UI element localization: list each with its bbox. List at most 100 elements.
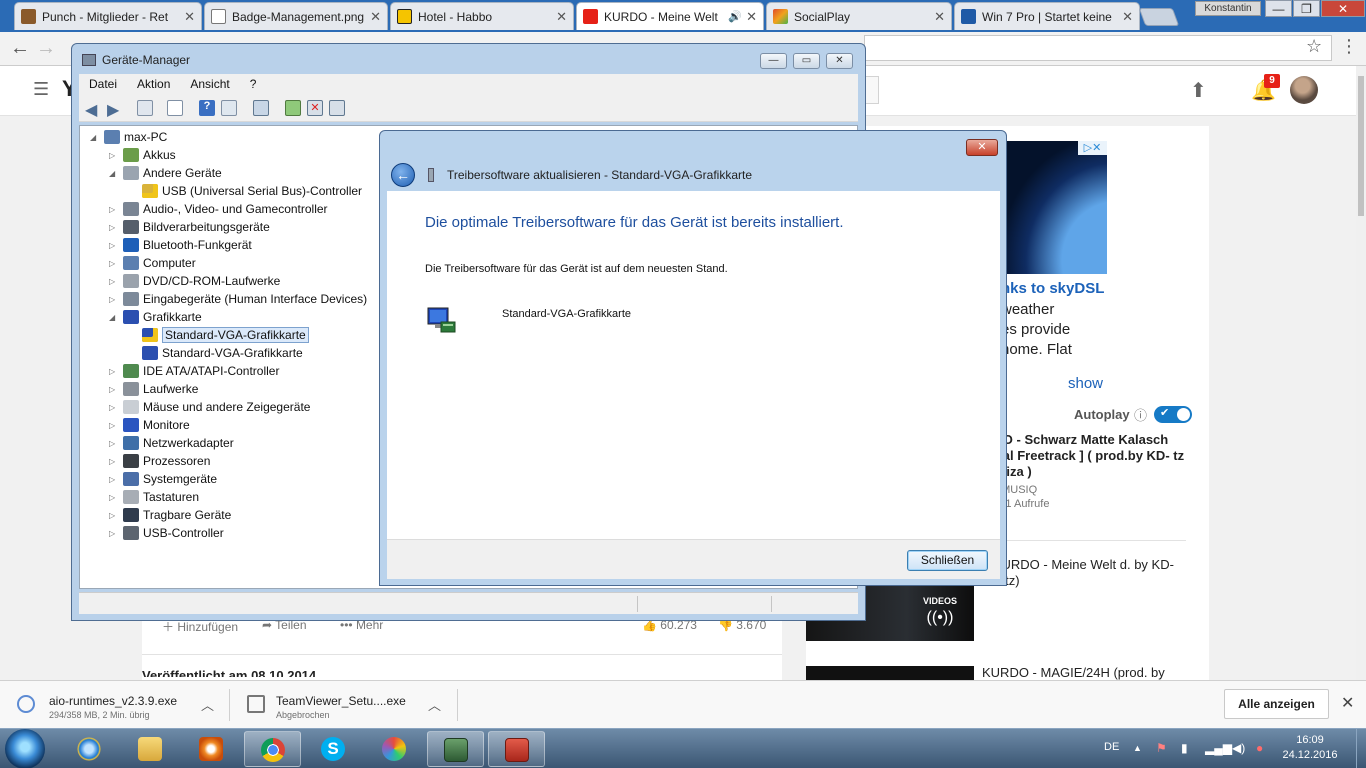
adchoices-icon[interactable]: ▷✕ [1078, 141, 1107, 155]
expand-icon[interactable]: ▷ [109, 367, 119, 376]
tab-punch[interactable]: Punch - Mitglieder - Ret ✕ [14, 2, 202, 30]
battery-icon[interactable]: ▮ [1181, 741, 1188, 755]
tab-win7[interactable]: Win 7 Pro | Startet keine ✕ [954, 2, 1140, 30]
forward-arrow-icon[interactable]: ▶ [107, 100, 123, 119]
expand-icon[interactable]: ▷ [109, 511, 119, 520]
update-driver-icon[interactable] [285, 100, 301, 116]
expand-icon[interactable]: ▷ [109, 277, 119, 286]
new-tab-button[interactable] [1138, 8, 1180, 26]
action-center-icon[interactable]: ⚑ [1156, 741, 1167, 755]
scrollbar-thumb[interactable] [1358, 76, 1364, 216]
tree-item[interactable]: Standard-VGA-Grafikkarte [128, 344, 303, 362]
tree-item[interactable]: Standard-VGA-Grafikkarte [128, 326, 309, 344]
tab-badge-management[interactable]: Badge-Management.png ✕ [204, 2, 388, 30]
close-tab-icon[interactable]: ✕ [370, 9, 381, 25]
taskbar-chrome[interactable] [244, 731, 301, 767]
tree-item[interactable]: ▷ USB-Controller [109, 524, 224, 542]
action-pane-icon[interactable] [221, 100, 237, 116]
volume-icon[interactable]: ◀) [1232, 741, 1245, 755]
tree-item[interactable]: ▷ Audio-, Video- und Gamecontroller [109, 200, 328, 218]
back-arrow-icon[interactable]: ← [10, 37, 30, 60]
language-indicator[interactable]: DE [1104, 741, 1119, 753]
restore-button[interactable]: ❐ [1293, 0, 1320, 17]
show-all-downloads-button[interactable]: Alle anzeigen [1224, 689, 1329, 719]
ad-show-link[interactable]: show [1068, 375, 1103, 392]
tree-item[interactable]: ▷ Netzwerkadapter [109, 434, 234, 452]
back-arrow-icon[interactable]: ← [391, 163, 415, 187]
upload-icon[interactable]: ⬆ [1190, 78, 1207, 103]
collapse-icon[interactable]: ◢ [109, 313, 119, 322]
tree-item[interactable]: USB (Universal Serial Bus)-Controller [128, 182, 362, 200]
expand-icon[interactable]: ▷ [109, 241, 119, 250]
tree-item[interactable]: ▷ DVD/CD-ROM-Laufwerke [109, 272, 280, 290]
ad-title[interactable]: nks to skyDSL [1001, 280, 1104, 297]
address-bar[interactable] [864, 35, 1332, 61]
taskbar-device-manager[interactable] [427, 731, 484, 767]
tree-item[interactable]: ▷ Bildverarbeitungsgeräte [109, 218, 270, 236]
tree-item[interactable]: ▷ IDE ATA/ATAPI-Controller [109, 362, 279, 380]
recording-icon[interactable]: ● [1256, 741, 1263, 755]
expand-icon[interactable]: ▷ [109, 403, 119, 412]
menu-aktion[interactable]: Aktion [127, 77, 180, 91]
tab-habbo[interactable]: Hotel - Habbo ✕ [390, 2, 574, 30]
show-hide-console-tree-icon[interactable] [137, 100, 153, 116]
expand-icon[interactable]: ▷ [109, 475, 119, 484]
tree-item[interactable]: ▷ Computer [109, 254, 196, 272]
back-arrow-icon[interactable]: ◀ [85, 100, 101, 119]
start-button[interactable] [5, 729, 45, 768]
maximize-button[interactable]: ▭ [793, 53, 820, 69]
audio-playing-icon[interactable]: 🔊 [728, 10, 742, 23]
close-tab-icon[interactable]: ✕ [184, 9, 195, 25]
download-item[interactable]: TeamViewer_Setu....exe Abgebrochen ︿ [230, 681, 456, 729]
expand-icon[interactable]: ▷ [109, 385, 119, 394]
uninstall-icon[interactable]: ✕ [307, 100, 323, 116]
tab-kurdo-youtube[interactable]: KURDO - Meine Welt 🔊 ✕ [576, 2, 764, 30]
taskbar-media-player[interactable] [183, 731, 240, 767]
expand-icon[interactable]: ▷ [109, 493, 119, 502]
tree-item[interactable]: ▷ Tragbare Geräte [109, 506, 231, 524]
expand-icon[interactable]: ▷ [109, 421, 119, 430]
mix-title[interactable]: – KURDO - Meine Welt d. by KD-Beatz) [982, 557, 1192, 589]
collapse-icon[interactable]: ◢ [109, 169, 119, 178]
tree-item[interactable]: ▷ Bluetooth-Funkgerät [109, 236, 252, 254]
taskbar-skype[interactable]: S [305, 731, 362, 767]
expand-icon[interactable]: ▷ [109, 223, 119, 232]
tree-item[interactable]: ◢ Andere Geräte [109, 164, 222, 182]
system-clock[interactable]: 16:09 24.12.2016 [1280, 733, 1340, 763]
scan-hardware-icon[interactable] [253, 100, 269, 116]
close-tab-icon[interactable]: ✕ [934, 9, 945, 25]
autoplay-toggle[interactable]: ✔ [1154, 406, 1192, 423]
info-icon[interactable]: ⓘ [1134, 405, 1147, 424]
hamburger-menu-icon[interactable]: ☰ [33, 79, 49, 100]
expand-icon[interactable]: ▷ [109, 205, 119, 214]
tree-item[interactable]: ▷ Akkus [109, 146, 176, 164]
dialog-close-button[interactable]: ✕ [966, 139, 998, 156]
chevron-up-icon[interactable]: ︿ [201, 695, 214, 714]
expand-icon[interactable]: ▷ [109, 259, 119, 268]
menu-ansicht[interactable]: Ansicht [180, 77, 239, 91]
close-window-button[interactable]: ✕ [1321, 0, 1365, 17]
network-signal-icon[interactable]: ▂▄▆ [1205, 741, 1232, 755]
tree-item[interactable]: ▷ Eingabegeräte (Human Interface Devices) [109, 290, 367, 308]
show-desktop-button[interactable] [1356, 729, 1366, 768]
minimize-button[interactable]: — [1265, 0, 1292, 17]
taskbar-explorer[interactable] [122, 731, 179, 767]
taskbar-toolbox[interactable] [488, 731, 545, 767]
taskbar-internet-explorer[interactable] [61, 731, 118, 767]
collapse-icon[interactable]: ◢ [90, 133, 100, 142]
help-icon[interactable]: ? [199, 100, 215, 116]
ad-image[interactable] [1006, 141, 1107, 274]
tree-item[interactable]: ▷ Tastaturen [109, 488, 199, 506]
expand-icon[interactable]: ▷ [109, 295, 119, 304]
tree-item[interactable]: ▷ Mäuse und andere Zeigegeräte [109, 398, 310, 416]
video-thumbnail[interactable] [806, 666, 974, 680]
close-button[interactable]: ✕ [826, 53, 853, 69]
close-icon[interactable]: ✕ [1341, 693, 1354, 713]
page-scrollbar[interactable] [1356, 66, 1366, 680]
minimize-button[interactable]: — [760, 53, 787, 69]
show-hidden-icons-icon[interactable]: ▲ [1133, 743, 1142, 753]
expand-icon[interactable]: ▷ [109, 151, 119, 160]
forward-arrow-icon[interactable]: → [36, 37, 56, 60]
tree-item[interactable]: ▷ Laufwerke [109, 380, 198, 398]
tree-item[interactable]: ▷ Systemgeräte [109, 470, 217, 488]
